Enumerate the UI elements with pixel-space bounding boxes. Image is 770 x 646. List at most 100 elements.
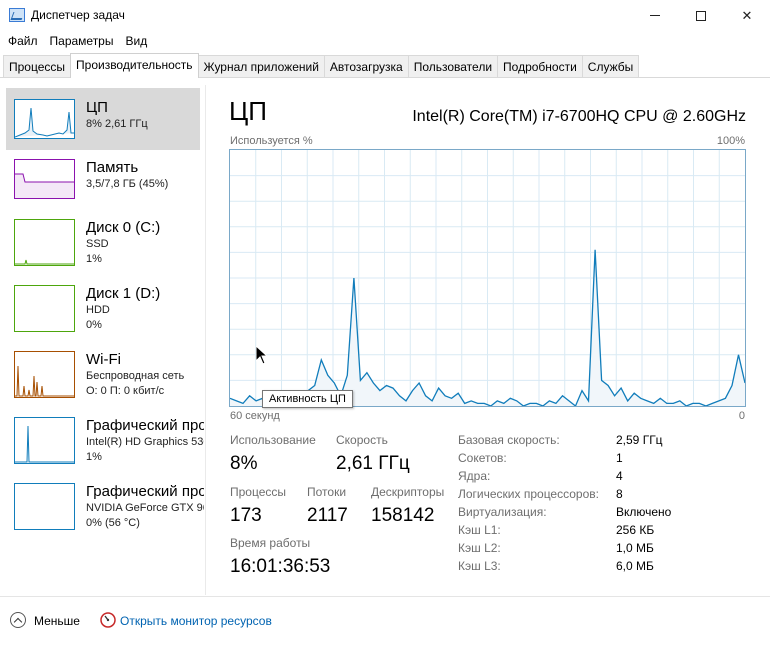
close-button[interactable]: ✕: [724, 0, 770, 31]
wifi-thumbnail-graph: [14, 351, 75, 398]
uptime-label: Время работы: [230, 536, 311, 550]
usage-label: Использование: [230, 433, 316, 447]
uptime-value: 16:01:36:53: [230, 556, 331, 577]
page-title: ЦП: [229, 96, 267, 126]
menu-options[interactable]: Параметры: [44, 31, 120, 53]
logical-processors-label: Логических процессоров:: [458, 487, 599, 501]
menu-view[interactable]: Вид: [119, 31, 153, 53]
task-manager-app-icon: [9, 8, 25, 22]
sidebar-item-title: Диск 1 (D:): [86, 285, 161, 302]
sidebar-item-disk-1[interactable]: Диск 1 (D:) HDD 0%: [6, 274, 200, 336]
sidebar-item-detail: 8% 2,61 ГГц: [86, 118, 148, 130]
minimize-button[interactable]: [632, 0, 678, 31]
tab-users[interactable]: Пользователи: [407, 55, 499, 77]
cpu-usage-graph-svg: [229, 150, 746, 408]
cpu-model-name: Intel(R) Core(TM) i7-6700HQ CPU @ 2.60GH…: [412, 108, 746, 125]
l1-cache-label: Кэш L1:: [458, 523, 501, 537]
tab-bar: Процессы Производительность Журнал прило…: [3, 53, 640, 78]
sidebar-item-detail: SSD: [86, 238, 109, 250]
l2-cache-value: 1,0 МБ: [616, 541, 654, 555]
window-title: Диспетчер задач: [31, 8, 125, 22]
sockets-label: Сокетов:: [458, 451, 507, 465]
graph-x-end-label: 0: [738, 410, 745, 422]
sidebar-item-value: О: 0 П: 0 кбит/с: [86, 385, 165, 397]
speed-value: 2,61 ГГц: [336, 453, 410, 474]
memory-thumbnail-graph: [14, 159, 75, 199]
l3-cache-label: Кэш L3:: [458, 559, 501, 573]
gpu-1-thumbnail-graph: [14, 483, 75, 530]
sidebar-item-title: Графический процессор 1: [86, 483, 204, 500]
sidebar-item-title: Память: [86, 159, 139, 176]
sockets-value: 1: [616, 451, 623, 465]
maximize-icon: [696, 10, 706, 21]
mouse-cursor-icon: [256, 346, 268, 365]
chevron-up-icon[interactable]: [10, 612, 26, 628]
base-speed-label: Базовая скорость:: [458, 433, 560, 447]
virtualization-value: Включено: [616, 505, 672, 519]
sidebar-item-memory[interactable]: Память 3,5/7,8 ГБ (45%): [6, 148, 200, 210]
graph-grid: [230, 150, 745, 406]
cpu-thumbnail-graph: [14, 99, 75, 139]
gpu-0-thumbnail-graph: [14, 417, 75, 464]
maximize-button[interactable]: [678, 0, 724, 31]
graph-y-label: Используется %: [230, 135, 313, 147]
tab-app-history[interactable]: Журнал приложений: [197, 55, 325, 77]
title-bar: Диспетчер задач ✕: [0, 0, 770, 31]
sidebar-item-title: ЦП: [86, 99, 108, 116]
open-resource-monitor-link[interactable]: Открыть монитор ресурсов: [120, 614, 272, 628]
usage-value: 8%: [230, 453, 258, 474]
sidebar-item-title: Графический процессор 0: [86, 417, 204, 434]
sidebar-item-detail: NVIDIA GeForce GTX 960M: [86, 502, 204, 514]
sidebar-item-gpu-0[interactable]: Графический процессор 0 Intel(R) HD Grap…: [6, 406, 204, 468]
resource-sidebar: ЦП 8% 2,61 ГГц Память 3,5/7,8 ГБ (45%) Д…: [0, 85, 205, 593]
sidebar-item-cpu[interactable]: ЦП 8% 2,61 ГГц: [6, 88, 200, 150]
disk-0-thumbnail-graph: [14, 219, 75, 266]
tab-processes[interactable]: Процессы: [3, 55, 72, 77]
tab-details[interactable]: Подробности: [497, 55, 583, 77]
menu-bar: Файл Параметры Вид: [0, 31, 770, 53]
minimize-icon: [650, 15, 660, 16]
sidebar-item-value: 0% (56 °C): [86, 517, 140, 529]
fewer-details-button[interactable]: Меньше: [34, 614, 80, 628]
handles-label: Дескрипторы: [371, 485, 445, 499]
l2-cache-label: Кэш L2:: [458, 541, 501, 555]
sidebar-item-title: Диск 0 (C:): [86, 219, 161, 236]
handles-value: 158142: [371, 505, 435, 526]
sidebar-item-detail: HDD: [86, 304, 110, 316]
sidebar-item-value: 1%: [86, 451, 102, 463]
sidebar-item-title: Wi-Fi: [86, 351, 121, 368]
graph-x-start-label: 60 секунд: [230, 410, 280, 422]
graph-y-max: 100%: [716, 135, 745, 147]
sidebar-item-value: 1%: [86, 253, 102, 265]
base-speed-value: 2,59 ГГц: [616, 433, 663, 447]
resource-monitor-icon: [100, 612, 116, 628]
processes-label: Процессы: [230, 485, 287, 499]
tab-services[interactable]: Службы: [581, 55, 640, 77]
close-icon: ✕: [741, 7, 753, 23]
sidebar-divider: [205, 85, 206, 595]
sidebar-item-detail: Беспроводная сеть: [86, 370, 185, 382]
menu-file[interactable]: Файл: [2, 31, 44, 53]
speed-label: Скорость: [336, 433, 388, 447]
footer-divider: [0, 596, 770, 597]
logical-processors-value: 8: [616, 487, 623, 501]
graph-tooltip: Активность ЦП: [262, 390, 353, 408]
sidebar-item-disk-0[interactable]: Диск 0 (C:) SSD 1%: [6, 208, 200, 270]
tab-performance[interactable]: Производительность: [70, 53, 199, 78]
l1-cache-value: 256 КБ: [616, 523, 655, 537]
cores-label: Ядра:: [458, 469, 491, 483]
cores-value: 4: [616, 469, 623, 483]
sidebar-item-detail: Intel(R) HD Graphics 530: [86, 436, 204, 448]
threads-value: 2117: [307, 505, 348, 526]
virtualization-label: Виртуализация:: [458, 505, 547, 519]
sidebar-item-value: 0%: [86, 319, 102, 331]
threads-label: Потоки: [307, 485, 347, 499]
sidebar-item-wifi[interactable]: Wi-Fi Беспроводная сеть О: 0 П: 0 кбит/с: [6, 340, 200, 402]
sidebar-item-detail: 3,5/7,8 ГБ (45%): [86, 178, 169, 190]
sidebar-item-gpu-1[interactable]: Графический процессор 1 NVIDIA GeForce G…: [6, 472, 204, 534]
disk-1-thumbnail-graph: [14, 285, 75, 332]
tab-startup[interactable]: Автозагрузка: [323, 55, 409, 77]
processes-value: 173: [230, 505, 262, 526]
l3-cache-value: 6,0 МБ: [616, 559, 654, 573]
cpu-usage-graph[interactable]: [229, 149, 746, 408]
